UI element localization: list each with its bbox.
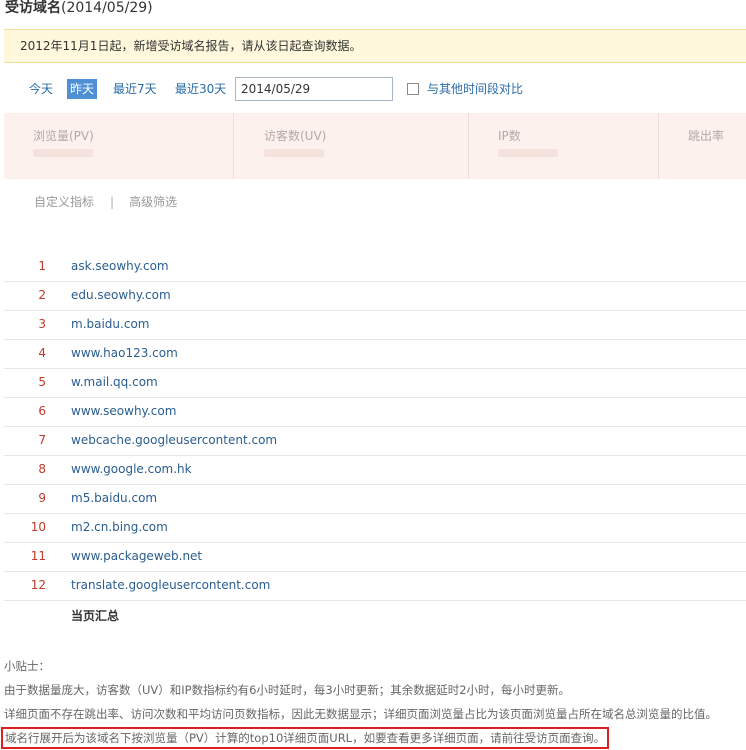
page-title: 受访域名(2014/05/29): [5, 0, 153, 16]
table-row[interactable]: 7 webcache.googleusercontent.com: [4, 427, 746, 456]
domain-link[interactable]: www.google.com.hk: [71, 462, 192, 476]
table-row[interactable]: 2 edu.seowhy.com: [4, 282, 746, 311]
row-rank: 7: [38, 433, 46, 447]
row-rank: 10: [30, 520, 46, 534]
metric-uv-label: 访客数(UV): [264, 129, 327, 143]
domain-link[interactable]: webcache.googleusercontent.com: [71, 433, 277, 447]
notice-banner: 2012年11月1日起，新增受访域名报告，请从该日起查询数据。: [4, 29, 746, 63]
tips-section: 小贴士： 由于数据量庞大，访客数（UV）和IP数指标约有6小时延时，每3小时更新…: [1, 654, 746, 750]
date-last7-link[interactable]: 最近7天: [113, 79, 157, 99]
compare-checkbox[interactable]: [407, 83, 419, 95]
page-title-text: 受访域名: [5, 0, 61, 16]
custom-metrics-link[interactable]: 自定义指标: [34, 193, 94, 210]
date-today-link[interactable]: 今天: [29, 79, 53, 99]
tips-heading: 小贴士：: [4, 659, 50, 673]
domain-link[interactable]: w.mail.qq.com: [71, 375, 158, 389]
date-yesterday-link[interactable]: 昨天: [67, 79, 98, 99]
table-row[interactable]: 5 w.mail.qq.com: [4, 369, 746, 398]
table-row[interactable]: 12 translate.googleusercontent.com: [4, 572, 746, 601]
table-row[interactable]: 11 www.packageweb.net: [4, 543, 746, 572]
metric-pv: 浏览量(PV): [4, 113, 234, 179]
metric-ip: IP数: [469, 113, 659, 179]
row-rank: 11: [30, 549, 46, 563]
table-row[interactable]: 6 www.seowhy.com: [4, 398, 746, 427]
table-row[interactable]: 8 www.google.com.hk: [4, 456, 746, 485]
metric-ip-value: [498, 149, 558, 157]
table-options: 自定义指标 | 高级筛选: [34, 193, 177, 210]
date-last30-link[interactable]: 最近30天: [175, 79, 226, 99]
date-filter-bar: 今天 昨天 最近7天 最近30天 与其他时间段对比: [0, 76, 746, 102]
domain-link[interactable]: translate.googleusercontent.com: [71, 578, 270, 592]
row-rank: 3: [38, 317, 46, 331]
table-row[interactable]: 4 www.hao123.com: [4, 340, 746, 369]
domain-link[interactable]: m.baidu.com: [71, 317, 149, 331]
metric-uv-value: [264, 149, 324, 157]
metric-uv: 访客数(UV): [234, 113, 469, 179]
row-rank: 1: [38, 259, 46, 273]
domain-link[interactable]: edu.seowhy.com: [71, 288, 171, 302]
metric-bounce-label: 跳出率: [688, 129, 725, 143]
domain-link[interactable]: ask.seowhy.com: [71, 259, 169, 273]
row-rank: 5: [38, 375, 46, 389]
date-input[interactable]: [235, 77, 393, 101]
table-row[interactable]: 1 ask.seowhy.com: [4, 253, 746, 282]
domain-table: 1 ask.seowhy.com 2 edu.seowhy.com 3 m.baidu…: [4, 253, 746, 630]
row-rank: 6: [38, 404, 46, 418]
page-title-date: (2014/05/29): [61, 0, 153, 16]
tips-line-3-highlighted: 域名行展开后为该域名下按浏览量（PV）计算的top10详细页面URL，如要查看更…: [1, 727, 610, 749]
row-rank: 9: [38, 491, 46, 505]
row-rank: 4: [38, 346, 46, 360]
tips-line-2: 详细页面不存在跳出率、访问次数和平均访问页数指标，因此无数据显示；详细页面浏览量…: [4, 707, 717, 721]
metric-pv-value: [33, 149, 93, 157]
advanced-filter-link[interactable]: 高级筛选: [129, 193, 177, 210]
metric-ip-label: IP数: [498, 129, 521, 143]
domain-link[interactable]: www.hao123.com: [71, 346, 178, 360]
metric-pv-label: 浏览量(PV): [33, 129, 94, 143]
table-row[interactable]: 10 m2.cn.bing.com: [4, 514, 746, 543]
tips-line-1: 由于数据量庞大，访客数（UV）和IP数指标约有6小时延时，每3小时更新；其余数据…: [4, 683, 571, 697]
metrics-panel: 浏览量(PV) 访客数(UV) IP数 跳出率: [4, 113, 746, 179]
options-divider: |: [110, 195, 115, 209]
row-rank: 2: [38, 288, 46, 302]
row-rank: 12: [30, 578, 46, 592]
domain-link[interactable]: m5.baidu.com: [71, 491, 157, 505]
compare-label[interactable]: 与其他时间段对比: [427, 79, 523, 99]
domain-link[interactable]: m2.cn.bing.com: [71, 520, 168, 534]
summary-row: 当页汇总: [4, 601, 746, 630]
domain-link[interactable]: www.packageweb.net: [71, 549, 202, 563]
table-row[interactable]: 9 m5.baidu.com: [4, 485, 746, 514]
table-row[interactable]: 3 m.baidu.com: [4, 311, 746, 340]
row-rank: 8: [38, 462, 46, 476]
domain-link[interactable]: www.seowhy.com: [71, 404, 176, 418]
summary-label: 当页汇总: [71, 609, 120, 623]
metric-bounce: 跳出率: [659, 113, 746, 179]
